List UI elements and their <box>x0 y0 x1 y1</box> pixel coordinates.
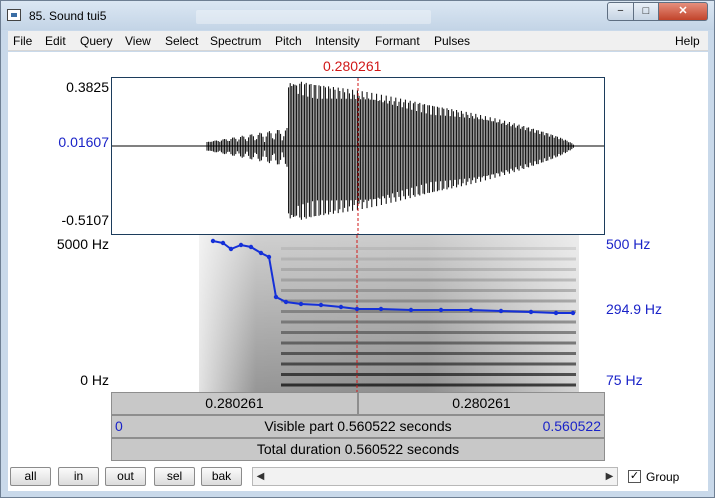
spectrogram-top-label: 5000 Hz <box>56 236 109 252</box>
menu-file[interactable]: File <box>13 34 32 48</box>
total-duration-label: Total duration 0.560522 seconds <box>256 441 460 457</box>
menu-intensity[interactable]: Intensity <box>315 34 360 48</box>
menu-pulses[interactable]: Pulses <box>434 34 470 48</box>
pitch-point <box>498 308 504 314</box>
menu-query[interactable]: Query <box>80 34 113 48</box>
pitch-point <box>354 306 360 312</box>
right-segment-bar[interactable]: 0.280261 <box>358 392 605 415</box>
pitch-point <box>298 301 304 307</box>
praat-app-icon <box>7 9 21 21</box>
pitch-point <box>283 299 289 305</box>
pitch-cursor-label: 294.9 Hz <box>606 301 663 317</box>
show-all-button[interactable]: all <box>10 467 51 486</box>
pitch-point <box>408 307 414 313</box>
waveform-plot <box>112 78 604 234</box>
pitch-point <box>273 294 279 300</box>
left-segment-duration: 0.280261 <box>205 395 264 411</box>
group-checkbox[interactable]: ✓ <box>628 470 641 483</box>
visible-part-label: Visible part 0.560522 seconds <box>264 418 452 434</box>
visible-end-label: 0.560522 <box>542 418 601 434</box>
window-title: 85. Sound tui5 <box>29 9 107 23</box>
cursor-time-label: 0.280261 <box>323 58 382 74</box>
spectrogram-bottom-label: 0 Hz <box>80 372 109 388</box>
pitch-point <box>210 238 216 244</box>
pitch-point <box>553 310 559 316</box>
group-label: Group <box>646 470 680 484</box>
menu-edit[interactable]: Edit <box>45 34 66 48</box>
pitch-point <box>528 309 534 315</box>
background-window-title <box>196 10 431 24</box>
praat-sound-window: 85. Sound tui5 − □ ✕ File Edit Query Vie… <box>0 0 715 498</box>
title-bar[interactable]: 85. Sound tui5 − □ ✕ <box>1 1 714 30</box>
scroll-left-arrow-icon[interactable]: ◀ <box>253 468 268 485</box>
horizontal-scrollbar[interactable]: ◀ ▶ <box>252 467 618 486</box>
visible-part-bar[interactable]: 0 Visible part 0.560522 seconds 0.560522 <box>111 415 605 438</box>
zoom-back-button[interactable]: bak <box>201 467 242 486</box>
spectrogram-panel[interactable] <box>111 235 605 392</box>
right-segment-duration: 0.280261 <box>452 395 511 411</box>
waveform-min-label: -0.5107 <box>61 212 109 228</box>
pitch-point <box>228 246 234 252</box>
waveform-max-label: 0.3825 <box>66 79 109 95</box>
zoom-in-button[interactable]: in <box>58 467 99 486</box>
menu-help[interactable]: Help <box>675 34 700 48</box>
menu-select[interactable]: Select <box>165 34 198 48</box>
spectrogram-plot <box>199 235 579 392</box>
pitch-point <box>570 310 576 316</box>
pitch-point <box>438 307 444 313</box>
pitch-point <box>258 250 264 256</box>
close-button[interactable]: ✕ <box>658 2 708 21</box>
waveform-panel[interactable] <box>111 77 605 235</box>
pitch-point <box>220 240 226 246</box>
pitch-top-label: 500 Hz <box>606 236 651 252</box>
maximize-button[interactable]: □ <box>633 2 659 21</box>
pitch-point <box>248 244 254 250</box>
total-duration-bar[interactable]: Total duration 0.560522 seconds <box>111 438 605 461</box>
menu-bar: File Edit Query View Select Spectrum Pit… <box>8 31 708 51</box>
zoom-to-selection-button[interactable]: sel <box>154 467 195 486</box>
pitch-point <box>238 242 244 248</box>
menu-formant[interactable]: Formant <box>375 34 420 48</box>
menu-spectrum[interactable]: Spectrum <box>210 34 261 48</box>
scroll-right-arrow-icon[interactable]: ▶ <box>602 468 617 485</box>
pitch-point <box>318 302 324 308</box>
menu-view[interactable]: View <box>125 34 151 48</box>
waveform-cursor-value-label: 0.01607 <box>58 134 109 150</box>
zoom-out-button[interactable]: out <box>105 467 146 486</box>
pitch-point <box>338 304 344 310</box>
left-segment-bar[interactable]: 0.280261 <box>111 392 358 415</box>
pitch-point <box>378 306 384 312</box>
pitch-bottom-label: 75 Hz <box>606 372 643 388</box>
minimize-button[interactable]: − <box>607 2 634 21</box>
pitch-point <box>266 254 272 260</box>
menu-pitch[interactable]: Pitch <box>275 34 302 48</box>
pitch-point <box>468 307 474 313</box>
